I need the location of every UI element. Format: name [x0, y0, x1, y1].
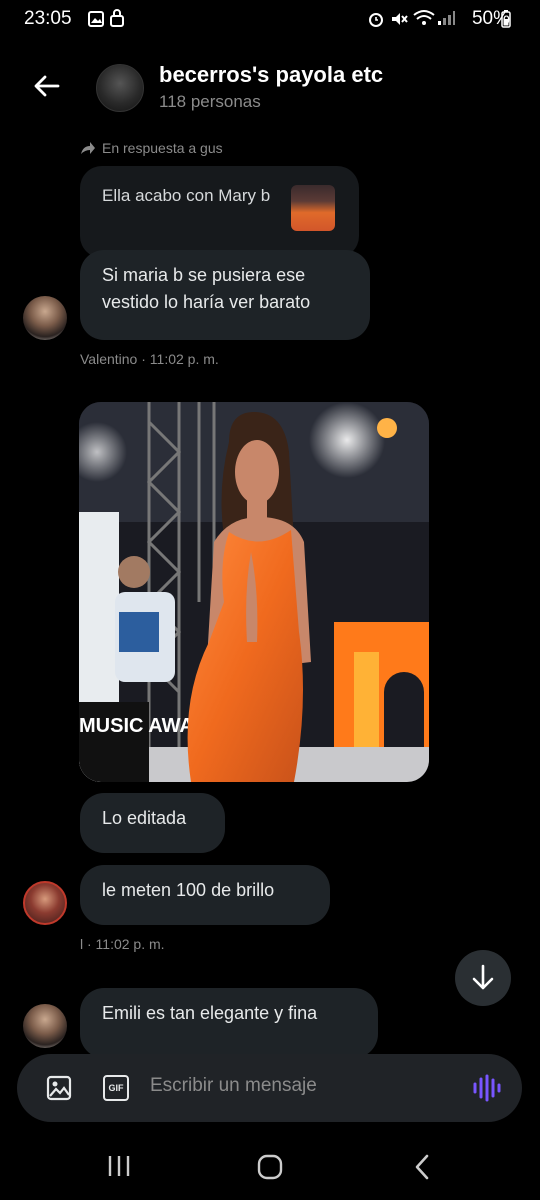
member-count[interactable]: 118 personas	[159, 92, 261, 112]
system-back-icon[interactable]	[412, 1154, 432, 1180]
message-bubble[interactable]: le meten 100 de brillo	[80, 865, 330, 925]
message-photo[interactable]: MUSIC AWARDS	[79, 402, 429, 782]
group-avatar[interactable]	[96, 64, 144, 112]
message-input[interactable]: Escribir un mensaje	[150, 1075, 317, 1097]
message-text: le meten 100 de brillo	[102, 880, 275, 900]
voice-message-icon[interactable]	[472, 1074, 502, 1102]
recent-apps-icon[interactable]	[106, 1154, 132, 1178]
gif-icon[interactable]: GIF	[103, 1075, 129, 1101]
scroll-to-bottom-button[interactable]	[455, 950, 511, 1006]
wifi-icon	[413, 10, 435, 25]
signal-icon	[438, 11, 455, 25]
alarm-icon	[369, 13, 383, 27]
reply-arrow-icon	[81, 142, 95, 154]
message-text: Emili es tan elegante y fina	[102, 1003, 318, 1023]
gallery-icon	[88, 11, 104, 27]
message-meta: l · 11:02 p. m.	[80, 936, 165, 952]
message-bubble[interactable]: Si maria b se pusiera ese vestido lo har…	[80, 250, 370, 340]
image-icon[interactable]	[46, 1075, 72, 1101]
message-text: Si maria b se pusiera ese vestido lo har…	[102, 265, 311, 312]
reply-label-text: En respuesta a gus	[102, 140, 223, 156]
status-bar: 23:05 50%	[0, 0, 540, 40]
reply-label: En respuesta a gus	[80, 140, 223, 156]
avatar[interactable]	[23, 1004, 67, 1048]
avatar[interactable]	[23, 296, 67, 340]
message-bubble[interactable]: Lo editada	[80, 793, 225, 853]
message-meta: Valentino · 11:02 p. m.	[80, 351, 219, 367]
avatar[interactable]	[23, 881, 67, 925]
arrow-down-icon	[472, 964, 494, 990]
system-nav-bar	[0, 1130, 540, 1200]
mute-icon	[392, 13, 408, 25]
photo-illustration: MUSIC AWARDS	[79, 402, 429, 782]
message-bubble[interactable]: Emili es tan elegante y fina	[80, 988, 378, 1058]
message-text: Lo editada	[102, 808, 187, 828]
status-time: 23:05	[24, 8, 72, 29]
home-icon[interactable]	[257, 1154, 283, 1180]
lock-icon	[110, 9, 124, 27]
quoted-text: Ella acabo con Mary b	[102, 186, 271, 205]
back-button[interactable]	[30, 68, 64, 102]
battery-icon	[501, 10, 511, 28]
arrow-left-icon	[34, 75, 60, 97]
conversation-title[interactable]: becerros's payola etc	[159, 62, 383, 88]
quoted-image-thumbnail	[291, 185, 335, 231]
